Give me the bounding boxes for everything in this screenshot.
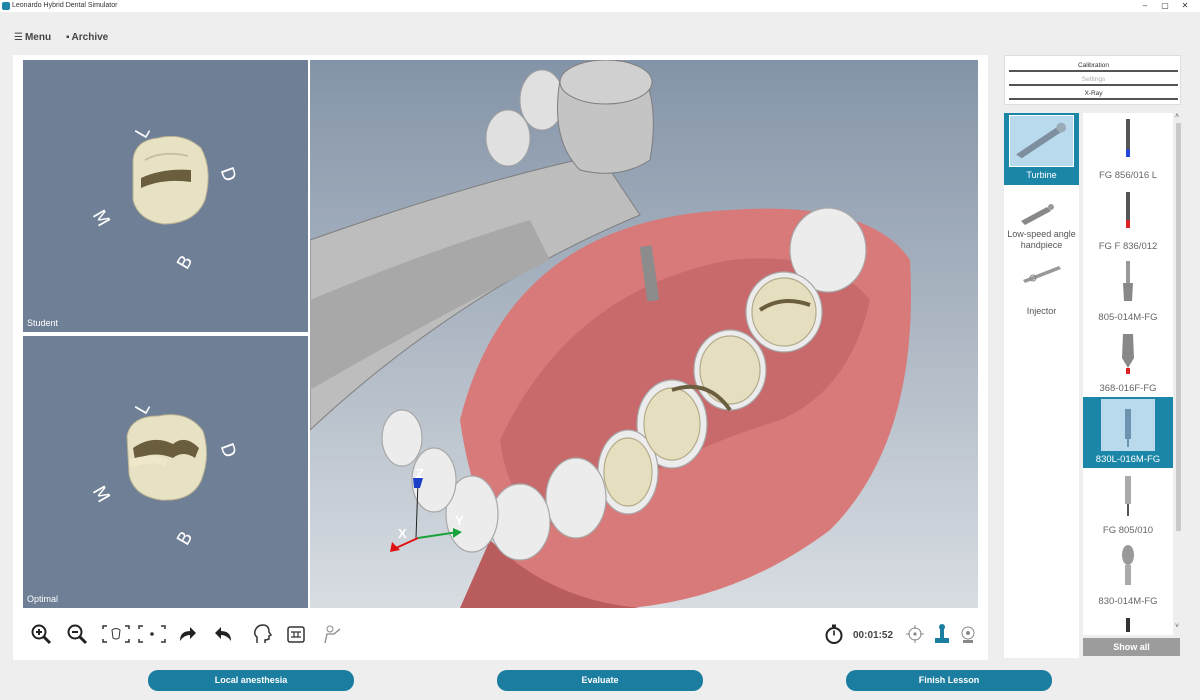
focus-point-icon[interactable]	[137, 623, 167, 645]
x-axis-label: X	[398, 526, 407, 541]
bur-list: FG 856/016 L FG F 836/012 805-014M-FG 36…	[1083, 113, 1173, 635]
scroll-up-icon[interactable]: ˄	[1175, 113, 1179, 120]
foot-pedal-icon[interactable]	[931, 623, 953, 645]
jaw-3d-view[interactable]: Z Y X	[310, 60, 978, 608]
bur-label: FG 856/016 L	[1098, 170, 1158, 181]
local-anesthesia-button[interactable]: Local anesthesia	[148, 670, 354, 691]
zoom-out-icon[interactable]	[66, 623, 88, 645]
restore-button[interactable]: ▢	[1155, 0, 1175, 12]
stopwatch-icon	[825, 624, 843, 644]
student-label: Student	[27, 318, 59, 328]
settings-dial-icon[interactable]	[957, 623, 979, 645]
student-tooth-model	[132, 135, 209, 225]
scroll-down-icon[interactable]: ˅	[1175, 623, 1179, 630]
bur-label: 830-014M-FG	[1098, 596, 1158, 607]
bur-icon	[1101, 399, 1155, 451]
bur-scrollbar[interactable]: ˄ ˅	[1175, 113, 1183, 635]
syringe-icon	[1023, 266, 1061, 283]
bur-item[interactable]	[1083, 610, 1173, 635]
turbine-icon	[1009, 115, 1074, 167]
finish-lesson-button[interactable]: Finish Lesson	[846, 670, 1052, 691]
instrument-label: Low-speed angle handpiece	[1007, 229, 1076, 250]
bur-icon	[1123, 261, 1133, 301]
scrollbar-thumb[interactable]	[1176, 123, 1181, 531]
evaluate-button[interactable]: Evaluate	[497, 670, 703, 691]
archive-button[interactable]: ▪ Archive	[66, 32, 108, 43]
instrument-label: Injector	[1026, 306, 1057, 316]
instrument-label: Turbine	[1026, 170, 1057, 180]
tab-settings[interactable]: Settings	[1009, 73, 1178, 86]
patient-head-icon[interactable]	[251, 623, 273, 645]
student-view[interactable]: L D M B Student	[23, 60, 308, 332]
bur-item[interactable]: 830L-016M-FG	[1083, 397, 1173, 468]
bur-label: 805-014M-FG	[1098, 312, 1158, 323]
instrument-low-speed-handpiece[interactable]: Low-speed angle handpiece	[1004, 189, 1079, 261]
window-title: Leonardo Hybrid Dental Simulator	[12, 2, 118, 9]
bur-icon	[1122, 545, 1134, 585]
instrument-turbine[interactable]: Turbine	[1004, 113, 1079, 185]
close-button[interactable]: ✕	[1175, 0, 1195, 12]
bur-icon	[1126, 192, 1130, 228]
archive-icon: ▪	[66, 32, 70, 43]
menu-bar: ☰ Menu ▪ Archive	[0, 12, 1200, 54]
focus-tooth-icon[interactable]	[101, 623, 131, 645]
y-axis-label: Y	[455, 513, 464, 528]
hamburger-icon: ☰	[14, 32, 23, 43]
mouth-view-icon[interactable]	[285, 623, 307, 645]
side-tabs: Calibration Settings X-Ray	[1004, 55, 1181, 105]
redo-icon[interactable]	[176, 623, 198, 645]
simulation-panel: L D M B Student L D M B Optimal Z Y X 00…	[13, 55, 988, 660]
menu-button[interactable]: ☰ Menu	[14, 32, 51, 43]
bur-label: 830L-016M-FG	[1095, 454, 1161, 465]
bur-item[interactable]: FG F 836/012	[1083, 184, 1173, 255]
archive-label: Archive	[71, 32, 109, 43]
optimal-label: Optimal	[27, 594, 59, 604]
show-all-button[interactable]: Show all	[1083, 638, 1180, 656]
minimize-button[interactable]: –	[1135, 0, 1155, 12]
bur-label: FG F 836/012	[1098, 241, 1158, 252]
bur-item[interactable]: FG 805/010	[1083, 468, 1173, 539]
optimal-tooth-model	[126, 414, 207, 501]
bur-item[interactable]: 830-014M-FG	[1083, 539, 1173, 610]
bur-icon	[1125, 476, 1131, 516]
menu-label: Menu	[24, 32, 52, 43]
undo-icon[interactable]	[213, 623, 235, 645]
bur-icon	[1126, 119, 1130, 157]
target-icon[interactable]	[904, 623, 926, 645]
z-axis-label: Z	[416, 466, 424, 481]
bur-item[interactable]: 805-014M-FG	[1083, 255, 1173, 326]
bur-icon	[1126, 618, 1130, 632]
bur-item[interactable]: 368-016F-FG	[1083, 326, 1173, 397]
jaw-scene	[310, 60, 911, 608]
instrument-injector[interactable]: Injector	[1004, 258, 1079, 330]
bur-icon	[1122, 334, 1134, 374]
app-logo-icon	[2, 2, 10, 10]
clinician-view-icon[interactable]	[321, 623, 343, 645]
bur-item[interactable]: FG 856/016 L	[1083, 113, 1173, 184]
bur-label: FG 805/010	[1102, 525, 1154, 536]
view-toolbar: 00:01:52	[13, 615, 988, 660]
tab-calibration[interactable]: Calibration	[1009, 59, 1178, 72]
bur-label: 368-016F-FG	[1099, 383, 1157, 394]
tab-xray[interactable]: X-Ray	[1009, 87, 1178, 100]
optimal-view[interactable]: L D M B Optimal	[23, 336, 308, 608]
instrument-list: Turbine Low-speed angle handpiece Inject…	[1004, 113, 1079, 658]
title-bar: Leonardo Hybrid Dental Simulator – ▢ ✕	[0, 0, 1200, 12]
zoom-in-icon[interactable]	[30, 623, 52, 645]
session-timer: 00:01:52	[853, 630, 894, 641]
